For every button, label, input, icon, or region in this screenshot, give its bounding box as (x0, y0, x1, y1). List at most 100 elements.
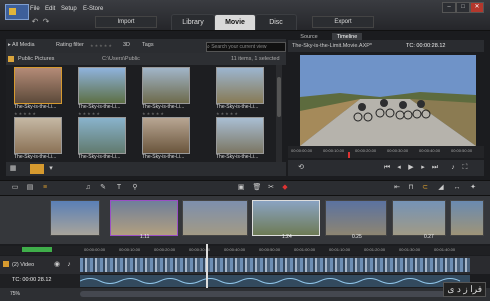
track-name: (2) Video (12, 262, 35, 268)
video-clips[interactable] (80, 258, 470, 272)
step-forward-icon[interactable]: ▸ (418, 163, 428, 173)
tools-icon[interactable]: ✦ (468, 183, 478, 193)
menu-estore[interactable]: E-Store (83, 6, 103, 12)
menu-edit[interactable]: Edit (45, 6, 55, 12)
media-thumbnail[interactable] (14, 67, 62, 104)
timeline-ruler-label-9: 00:01:30.00 (399, 247, 421, 252)
redo-icon[interactable]: ↷ (42, 18, 50, 26)
delete-icon[interactable]: 🗑 (252, 183, 262, 193)
media-thumbnail[interactable] (142, 117, 190, 154)
track-visibility-icon[interactable]: ◉ (52, 260, 62, 270)
media-thumbnail[interactable] (78, 117, 126, 154)
storyboard-clip[interactable] (50, 200, 100, 236)
media-thumbnail[interactable] (14, 117, 62, 154)
search-placeholder: Search your current view (211, 44, 267, 50)
item-count: 11 items, 1 selected (231, 56, 280, 62)
minimize-button[interactable]: – (442, 2, 456, 13)
marker-icon[interactable]: ◆ (280, 183, 290, 193)
volume-icon[interactable]: ♪ (448, 163, 458, 173)
storyboard-clip[interactable] (325, 200, 387, 236)
media-thumbnail[interactable] (216, 67, 264, 104)
browser-scrollbar[interactable] (276, 65, 282, 162)
magnetic-snap-icon[interactable]: ⊓ (406, 183, 416, 193)
play-icon[interactable]: ▶ (406, 163, 416, 173)
folder-path: C:\Users\Public (102, 56, 140, 62)
import-button[interactable]: Import (95, 16, 157, 28)
audio-mixer-icon[interactable]: ♫ (83, 183, 93, 193)
menu-file[interactable]: File (30, 6, 40, 12)
media-rating[interactable]: ★★★★★ (142, 111, 165, 116)
3d-toggle[interactable]: 3D (123, 42, 130, 48)
tab-library[interactable]: Library (171, 14, 215, 30)
view-options-icon[interactable]: ▾ (46, 164, 56, 174)
timeline-ruler-label-5: 00:00:50.00 (259, 247, 281, 252)
title-icon[interactable]: T (114, 183, 124, 193)
player-timecode: TC: 00:00:28.12 (406, 43, 446, 49)
grid-view-icon[interactable]: ▦ (8, 164, 18, 174)
preview-frame (300, 55, 476, 146)
maximize-button[interactable]: □ (456, 2, 470, 13)
player-scrubber[interactable] (348, 152, 350, 158)
volume-tl-icon[interactable]: ◢ (436, 183, 446, 193)
fast-forward-icon[interactable]: ⏭ (430, 163, 440, 173)
all-media-dropdown[interactable]: ▸ All Media (8, 42, 35, 48)
storyboard-clip[interactable] (450, 200, 484, 236)
storyboard-clip-selected[interactable] (252, 200, 320, 236)
tags-dropdown[interactable]: Tags (142, 42, 154, 48)
timeline-ruler-label-2: 00:00:20.00 (154, 247, 176, 252)
audio-waveform[interactable] (79, 275, 470, 287)
search-input[interactable]: ⌕ Search your current view (206, 42, 286, 52)
track-audio-icon[interactable]: ♪ (64, 260, 74, 270)
playhead[interactable] (206, 244, 208, 288)
media-caption: The-Sky-is-the-Li... (78, 154, 121, 160)
storyboard-icon[interactable]: ▭ (10, 183, 20, 193)
scorefitter-icon[interactable]: ✎ (98, 183, 108, 193)
folder-bar: Public Pictures C:\Users\Public 11 items… (6, 53, 286, 65)
storyboard-clip[interactable] (110, 200, 178, 236)
tab-disc[interactable]: Disc (255, 14, 297, 30)
storyboard-clip[interactable] (182, 200, 248, 236)
track-layout-icon[interactable]: ≡ (40, 183, 50, 193)
voiceover-icon[interactable]: ⚲ (130, 183, 140, 193)
horizontal-scrollbar[interactable] (80, 291, 470, 297)
rating-stars[interactable]: ★★★★★ (90, 43, 113, 48)
track-target-icon[interactable] (3, 261, 9, 267)
player-ruler-label-1: 00:00:10.00 (323, 148, 345, 153)
media-caption: The-Sky-is-the-Li... (216, 104, 259, 110)
timeline-toolbar: ▭ ▤ ≡ ♫ ✎ T ⚲ ▣ 🗑 ✂ ◆ ⇤ ⊓ ⊂ ◢ ↔ ✦ (0, 180, 490, 196)
tab-movie[interactable]: Movie (214, 14, 256, 30)
media-rating[interactable]: ★★★★★ (14, 111, 37, 116)
close-button[interactable]: ✕ (470, 2, 484, 13)
razor-icon[interactable]: ✂ (266, 183, 276, 193)
undo-icon[interactable]: ↶ (31, 18, 39, 26)
library-filter-bar: ▸ All Media Rating filter ★★★★★ 3D Tags … (6, 39, 286, 54)
link-icon[interactable]: ⊂ (420, 183, 430, 193)
player-ruler[interactable]: 00:00:00.00 00:00:10.00 00:00:20.00 00:0… (288, 146, 484, 158)
media-rating[interactable]: ★★★★★ (216, 111, 239, 116)
loop-icon[interactable]: ⟲ (296, 163, 306, 173)
storyboard-clip[interactable] (392, 200, 446, 236)
fullscreen-icon[interactable]: ⛶ (460, 163, 470, 173)
media-thumbnail[interactable] (78, 67, 126, 104)
step-back-icon[interactable]: ◂ (394, 163, 404, 173)
master-volume-slider[interactable] (22, 247, 52, 252)
navigator-icon[interactable]: ▤ (25, 183, 35, 193)
timeline-timecode-box: TC: 00:00 28.12 (0, 274, 80, 288)
media-rating[interactable]: ★★★★★ (78, 111, 101, 116)
thumbnail-size-icon[interactable] (30, 164, 44, 174)
transport-controls: ⟲ ⏮ ◂ ▶ ▸ ⏭ ♪ ⛶ (288, 160, 484, 176)
scroll-lock-icon[interactable]: ⇤ (392, 183, 402, 193)
timeline-ruler[interactable]: 00:00:00.00 00:00:10.00 00:00:20.00 00:0… (0, 246, 490, 255)
media-thumbnail[interactable] (216, 117, 264, 154)
player-ruler-label-2: 00:00:20.00 (355, 148, 377, 153)
export-button[interactable]: Export (312, 16, 374, 28)
snapshot-icon[interactable]: ▣ (236, 183, 246, 193)
menu-setup[interactable]: Setup (61, 6, 77, 12)
player-ruler-label-4: 00:00:40.00 (419, 148, 441, 153)
media-thumbnail[interactable] (142, 67, 190, 104)
edit-mode-icon[interactable]: ↔ (452, 183, 462, 193)
title-bar: File Edit Setup E-Store ↶ ↷ Import Libra… (0, 0, 490, 31)
rewind-icon[interactable]: ⏮ (382, 163, 392, 173)
rating-filter-label: Rating filter (56, 42, 84, 48)
folder-name[interactable]: Public Pictures (18, 56, 54, 62)
